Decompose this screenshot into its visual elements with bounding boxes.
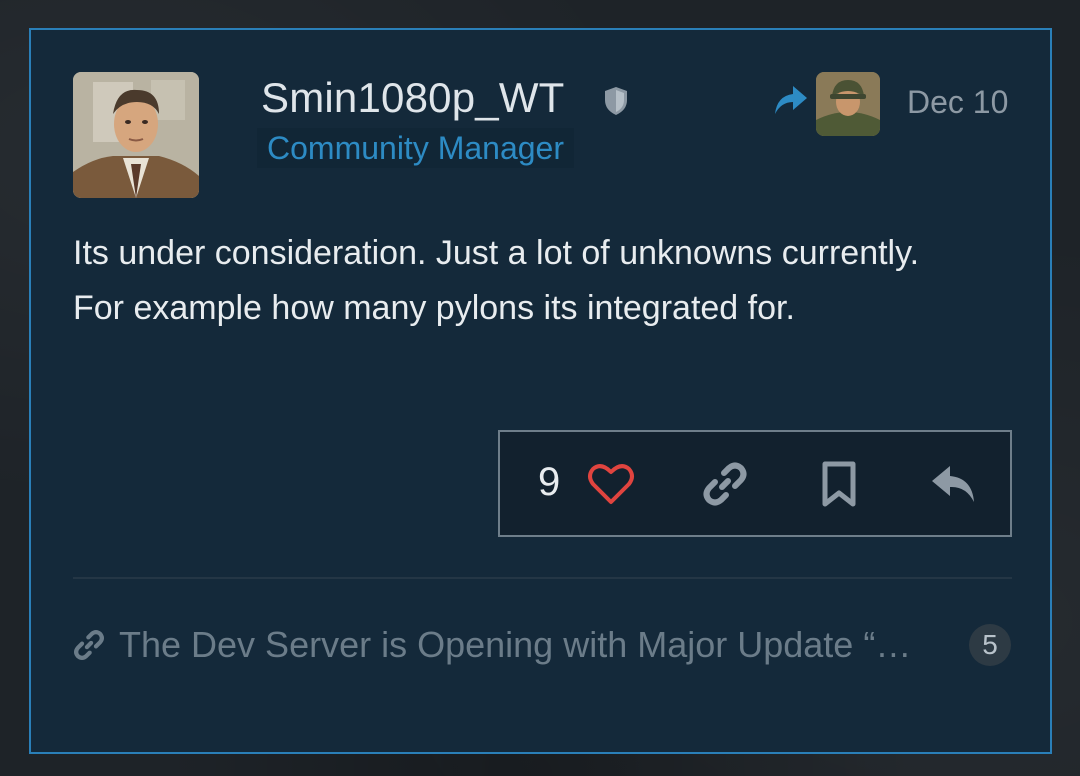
section-divider [73,577,1012,579]
author-avatar[interactable] [73,72,199,198]
post-body: Its under consideration. Just a lot of u… [73,234,920,327]
shield-icon [603,86,629,116]
linked-topic-title[interactable]: The Dev Server is Opening with Major Upd… [119,624,911,666]
linked-topic-count-badge: 5 [969,624,1011,666]
linked-topic[interactable]: The Dev Server is Opening with Major Upd… [73,622,973,668]
post-actions: 9 [498,430,1012,537]
reply-arrow-icon[interactable] [773,84,809,118]
link-icon[interactable] [700,460,750,508]
heart-icon[interactable] [586,460,636,508]
author-username[interactable]: Smin1080p_WT [261,74,565,122]
like-count[interactable]: 9 [538,460,560,505]
forum-post: Smin1080p_WT Community Manager Dec 10 It… [29,28,1052,754]
reply-icon[interactable] [928,460,978,508]
reply-to-avatar[interactable] [816,72,880,136]
link-icon [73,629,105,661]
post-date[interactable]: Dec 10 [907,84,1008,121]
author-title: Community Manager [257,128,574,168]
bookmark-icon[interactable] [814,460,864,508]
